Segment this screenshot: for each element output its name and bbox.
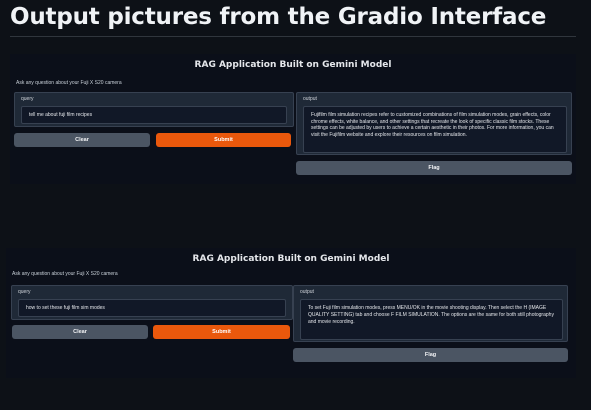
clear-button[interactable]: Clear [12,325,148,339]
app-description: Ask any question about your Fuji X S20 c… [16,80,122,86]
output-block: output Fujifilm film simulation recipes … [296,92,572,155]
query-label: query [21,96,34,102]
output-label: output [300,289,314,295]
clear-button[interactable]: Clear [14,133,150,147]
app-title: RAG Application Built on Gemini Model [194,60,392,70]
app-title: RAG Application Built on Gemini Model [192,254,390,264]
output-label: output [303,96,317,102]
page-title: Output pictures from the Gradio Interfac… [10,4,547,30]
gradio-app-2: RAG Application Built on Gemini Model As… [6,248,576,378]
title-divider [10,36,576,37]
output-textbox[interactable]: To set Fuji film simulation modes, press… [300,299,563,340]
output-textbox[interactable]: Fujifilm film simulation recipes refer t… [303,106,567,153]
app-description: Ask any question about your Fuji X S20 c… [12,271,118,277]
output-block: output To set Fuji film simulation modes… [293,285,568,342]
flag-button[interactable]: Flag [296,161,572,175]
query-block: query tell me about fuji film recipes [14,92,294,127]
query-label: query [18,289,31,295]
flag-button[interactable]: Flag [293,348,568,362]
submit-button[interactable]: Submit [153,325,290,339]
gradio-app-1: RAG Application Built on Gemini Model As… [10,54,576,184]
query-input[interactable]: tell me about fuji film recipes [21,106,287,124]
query-input[interactable]: how to set these fuji film sim modes [18,299,286,317]
submit-button[interactable]: Submit [156,133,291,147]
query-block: query how to set these fuji film sim mod… [11,285,293,320]
